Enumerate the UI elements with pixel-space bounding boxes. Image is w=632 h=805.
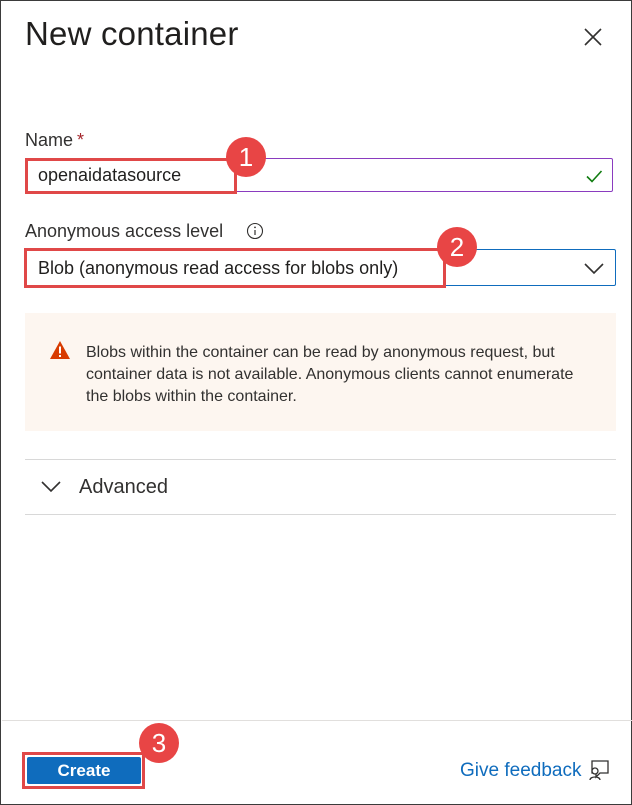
access-level-selected: Blob (anonymous read access for blobs on… — [38, 258, 399, 278]
required-indicator: * — [77, 130, 85, 150]
access-level-dropdown[interactable]: Blob (anonymous read access for blobs on… — [25, 249, 616, 286]
new-container-panel: New container Name * openaidatasource Ano… — [0, 0, 632, 805]
warning-icon — [50, 341, 70, 359]
warning-message: Blobs within the container can be read b… — [25, 313, 616, 431]
panel-title: New container — [25, 15, 239, 52]
name-input-value: openaidatasource — [38, 165, 182, 185]
advanced-section-toggle[interactable]: Advanced — [25, 460, 616, 514]
name-label: Name * — [25, 130, 84, 151]
feedback-icon[interactable] — [587, 758, 611, 782]
close-icon — [584, 28, 602, 46]
chevron-down-icon — [41, 481, 61, 493]
advanced-label: Advanced — [79, 476, 168, 498]
create-button[interactable]: Create — [27, 757, 141, 784]
info-icon[interactable] — [246, 222, 264, 240]
access-level-label: Anonymous access level — [25, 221, 224, 241]
name-label-text: Name — [25, 130, 74, 150]
step-badge-3: 3 — [139, 723, 179, 763]
give-feedback-link[interactable]: Give feedback — [460, 760, 581, 782]
chevron-down-icon — [584, 263, 604, 275]
name-input[interactable]: openaidatasource — [25, 158, 613, 192]
close-button[interactable] — [577, 21, 609, 53]
divider-bottom — [25, 514, 616, 515]
checkmark-icon — [586, 170, 603, 183]
warning-text: Blobs within the container can be read b… — [86, 344, 574, 405]
footer-divider — [2, 720, 632, 721]
